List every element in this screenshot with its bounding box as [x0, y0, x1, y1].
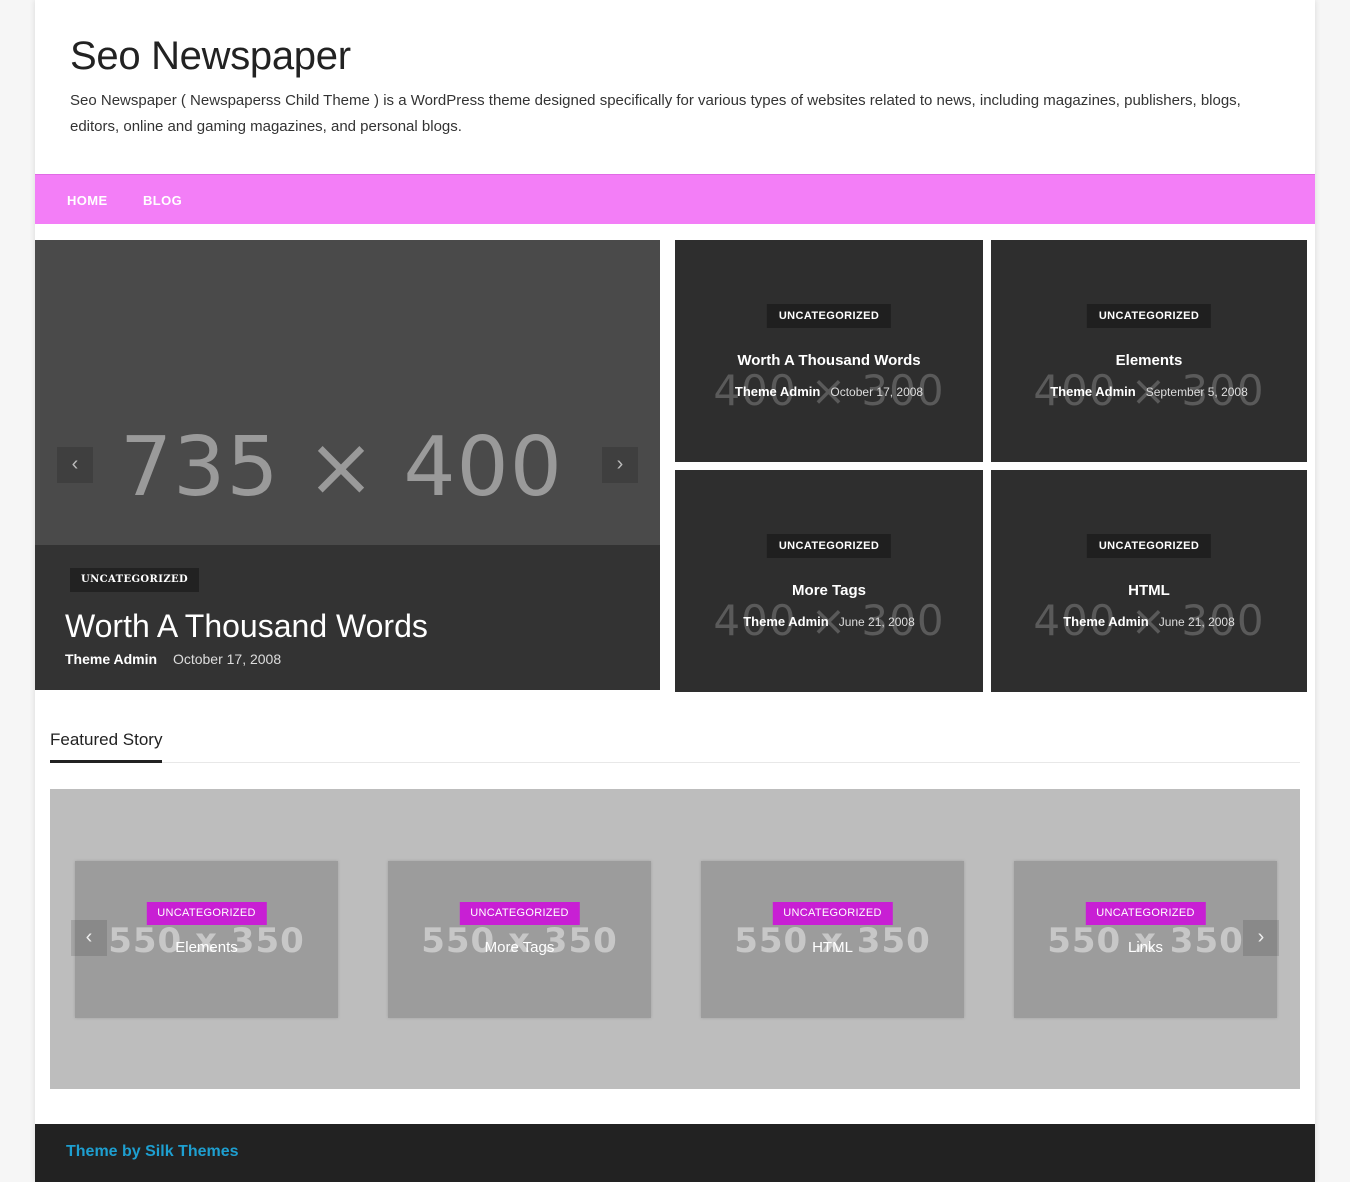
tile-post-title[interactable]: HTML — [991, 582, 1307, 599]
tile-post-author[interactable]: Theme Admin — [743, 614, 828, 629]
hero-post-date: October 17, 2008 — [172, 651, 282, 667]
featured-prev-button[interactable]: ‹ — [71, 920, 107, 956]
site-footer: Theme by Silk Themes — [35, 1124, 1315, 1182]
featured-card-category-badge[interactable]: UNCATEGORIZED — [459, 902, 580, 925]
tile-post-date: October 17, 2008 — [830, 385, 924, 399]
tile-post-date: June 21, 2008 — [1158, 615, 1235, 629]
page-container: Seo Newspaper Seo Newspaper ( Newspapers… — [35, 0, 1315, 1182]
tile-post-author[interactable]: Theme Admin — [1063, 614, 1148, 629]
featured-card-category-badge[interactable]: UNCATEGORIZED — [146, 902, 267, 925]
site-title[interactable]: Seo Newspaper — [70, 34, 351, 79]
tile-post-meta: Theme Admin October 17, 2008 — [675, 384, 983, 399]
chevron-left-icon: ‹ — [85, 926, 93, 948]
featured-card[interactable]: 550 x 350 UNCATEGORIZED Elements — [75, 861, 338, 1018]
tile-post-author[interactable]: Theme Admin — [1050, 384, 1135, 399]
tile-category-badge[interactable]: UNCATEGORIZED — [1086, 534, 1212, 558]
tile-category-badge[interactable]: UNCATEGORIZED — [766, 534, 892, 558]
featured-card-category-badge[interactable]: UNCATEGORIZED — [772, 902, 893, 925]
tile-post-meta: Theme Admin June 21, 2008 — [675, 614, 983, 629]
featured-card[interactable]: 550 x 350 UNCATEGORIZED Links — [1014, 861, 1277, 1018]
tile-post-meta: Theme Admin September 5, 2008 — [991, 384, 1307, 399]
tile-post-date: September 5, 2008 — [1145, 385, 1248, 399]
featured-card[interactable]: 550 x 350 UNCATEGORIZED More Tags — [388, 861, 651, 1018]
post-tile[interactable]: 400 × 300 UNCATEGORIZED HTML Theme Admin… — [991, 470, 1307, 692]
featured-card[interactable]: 550 x 350 UNCATEGORIZED HTML — [701, 861, 964, 1018]
post-tile[interactable]: 400 × 300 UNCATEGORIZED Elements Theme A… — [991, 240, 1307, 462]
tile-category-badge[interactable]: UNCATEGORIZED — [1086, 304, 1212, 328]
tile-post-title[interactable]: Elements — [991, 352, 1307, 369]
chevron-right-icon: › — [1257, 926, 1265, 948]
site-header: Seo Newspaper Seo Newspaper ( Newspapers… — [35, 0, 1315, 174]
chevron-left-icon: ‹ — [71, 453, 79, 475]
tile-category-badge[interactable]: UNCATEGORIZED — [766, 304, 892, 328]
nav-item-home[interactable]: HOME — [67, 193, 108, 208]
hero-category-badge[interactable]: UNCATEGORIZED — [70, 568, 200, 592]
tile-post-date: June 21, 2008 — [838, 615, 915, 629]
featured-next-button[interactable]: › — [1243, 920, 1279, 956]
tile-post-author[interactable]: Theme Admin — [735, 384, 820, 399]
chevron-right-icon: › — [616, 453, 624, 475]
hero-post-title[interactable]: Worth A Thousand Words — [65, 608, 428, 645]
post-tile[interactable]: 400 × 300 UNCATEGORIZED More Tags Theme … — [675, 470, 983, 692]
hero-slider[interactable]: 735 × 400 UNCATEGORIZED Worth A Thousand… — [35, 240, 660, 690]
main-navigation: HOME BLOG — [35, 174, 1315, 224]
featured-card-title[interactable]: HTML — [701, 939, 964, 956]
featured-carousel[interactable]: 550 x 350 UNCATEGORIZED Elements 550 x 3… — [50, 789, 1300, 1089]
featured-card-title[interactable]: Elements — [75, 939, 338, 956]
hero-prev-button[interactable]: ‹ — [57, 447, 93, 483]
featured-card-title[interactable]: More Tags — [388, 939, 651, 956]
nav-item-blog[interactable]: BLOG — [143, 193, 182, 208]
featured-card-title[interactable]: Links — [1014, 939, 1277, 956]
tile-post-title[interactable]: More Tags — [675, 582, 983, 599]
tile-post-meta: Theme Admin June 21, 2008 — [991, 614, 1307, 629]
featured-card-category-badge[interactable]: UNCATEGORIZED — [1085, 902, 1206, 925]
hero-post-meta: Theme Admin October 17, 2008 — [65, 651, 281, 667]
featured-section-title: Featured Story — [50, 730, 163, 763]
tile-post-title[interactable]: Worth A Thousand Words — [675, 352, 983, 369]
site-description: Seo Newspaper ( Newspaperss Child Theme … — [70, 92, 1241, 135]
featured-section-header: Featured Story — [50, 730, 1300, 763]
post-tile[interactable]: 400 × 300 UNCATEGORIZED Worth A Thousand… — [675, 240, 983, 462]
hero-image-placeholder: 735 × 400 — [120, 420, 563, 515]
hero-post-author[interactable]: Theme Admin — [65, 651, 157, 667]
footer-theme-credit-link[interactable]: Theme by Silk Themes — [66, 1143, 239, 1161]
hero-next-button[interactable]: › — [602, 447, 638, 483]
